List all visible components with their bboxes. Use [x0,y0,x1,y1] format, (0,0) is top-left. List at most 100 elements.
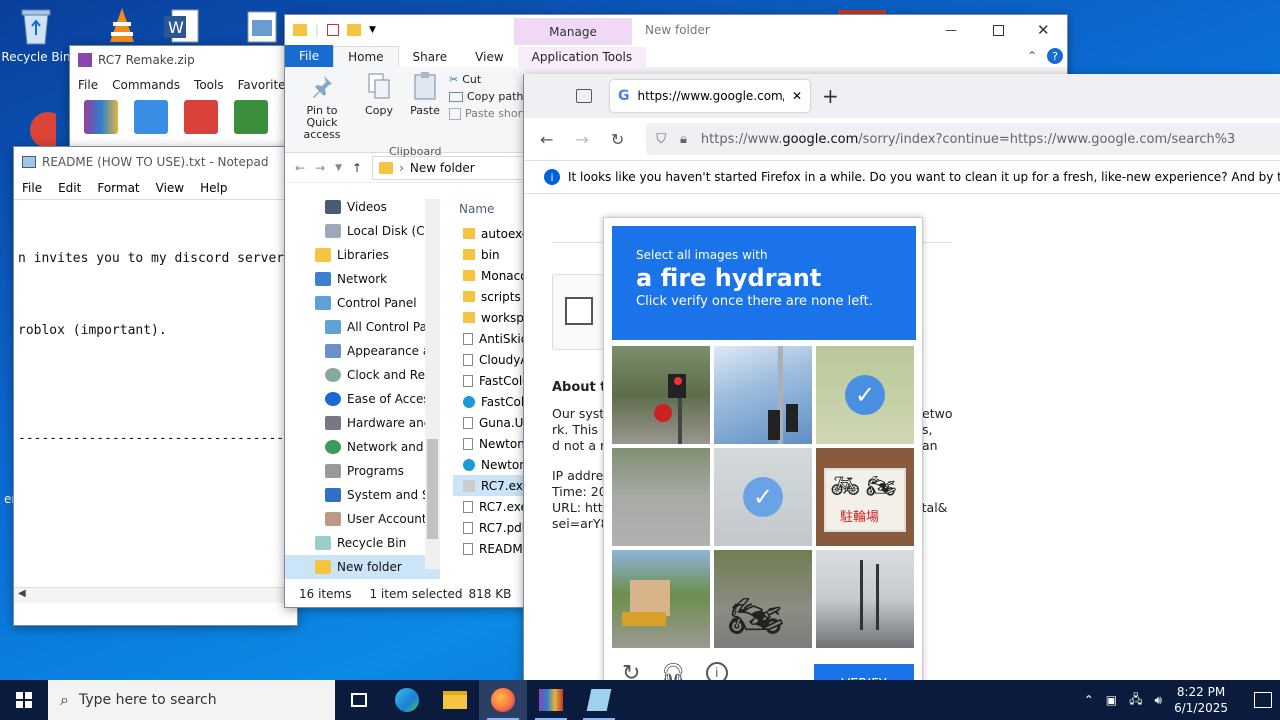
back-arrow-icon[interactable]: ← [295,161,305,175]
challenge-tile[interactable]: 🏍︎ [714,550,812,648]
forward-arrow-icon[interactable]: → [315,161,325,175]
challenge-tile[interactable]: 🚲︎ 🏍︎ 駐輪場 [816,448,914,546]
winrar-menu-tools[interactable]: Tools [194,78,224,92]
new-folder-quick-icon[interactable] [347,24,362,36]
winrar-menu-commands[interactable]: Commands [112,78,180,92]
test-archive-icon[interactable] [184,100,218,134]
challenge-tile[interactable] [714,346,812,444]
url-bar[interactable]: ⛉ 🔒︎ https://www.google.com/sorry/index?… [646,123,1280,155]
taskbar-search-box[interactable]: ⌕ Type here to search [48,680,335,720]
tab-application-tools[interactable]: Application Tools [517,47,647,67]
start-button[interactable] [0,680,48,720]
column-header-name[interactable]: Name [453,195,523,223]
notepad-horizontal-scrollbar[interactable]: ◀ [14,587,297,603]
nav-item-recycle-bin[interactable]: Recycle Bin [285,531,440,555]
new-tab-icon[interactable]: + [822,84,839,108]
nav-item-clock-region[interactable]: Clock and Region [285,363,440,387]
list-item[interactable]: Newtons [453,433,523,454]
nav-item-network-internet[interactable]: Network and Internet [285,435,440,459]
scroll-left-arrow-icon[interactable]: ◀ [18,588,26,599]
notepad-text-area[interactable]: n invites you to my discord server roblo… [14,200,300,492]
properties-quick-icon[interactable] [327,24,340,36]
nav-item-control-panel[interactable]: Control Panel [285,291,440,315]
close-tab-icon[interactable]: ✕ [792,89,802,103]
list-item[interactable]: FastColo [453,391,523,412]
nav-item-hardware-sound[interactable]: Hardware and Sound [285,411,440,435]
notepad-menu-edit[interactable]: Edit [58,181,81,195]
maximize-icon[interactable] [993,24,1004,36]
challenge-tile-selected[interactable]: ✓ [816,346,914,444]
challenge-tile[interactable] [612,550,710,648]
recaptcha-checkbox[interactable] [565,297,593,325]
taskbar-file-explorer[interactable] [431,680,479,720]
nav-item-ease-of-access[interactable]: Ease of Access [285,387,440,411]
tracking-shield-icon[interactable]: ⛉ [656,132,666,147]
taskbar-edge[interactable] [383,680,431,720]
list-item[interactable]: FastColo [453,370,523,391]
taskbar-winrar[interactable] [527,680,575,720]
nav-item-network[interactable]: Network [285,267,440,291]
list-item[interactable]: RC7.exe [453,496,523,517]
list-item[interactable]: CloudyA [453,349,523,370]
pin-to-quick-access-button[interactable]: Pin to Quick access [291,71,353,148]
paste-button[interactable]: Paste [405,71,445,148]
list-item[interactable]: RC7.pdb [453,517,523,538]
tab-file[interactable]: File [285,45,334,67]
copy-button[interactable]: Copy [357,71,401,148]
back-arrow-icon[interactable]: ← [540,130,553,149]
list-item[interactable]: bin [453,244,523,265]
notepad-menu-view[interactable]: View [156,181,184,195]
list-item-selected[interactable]: RC7.exe [453,475,523,496]
extract-to-icon[interactable] [134,100,168,134]
device-icon[interactable]: ▣ [1106,693,1117,707]
volume-icon[interactable]: 🔊︎ [1155,693,1163,708]
forward-arrow-icon[interactable]: → [575,130,588,149]
notifications-icon[interactable] [1254,692,1272,708]
challenge-tile[interactable] [612,448,710,546]
task-view-button[interactable] [335,680,383,720]
minimize-icon[interactable]: — [945,23,957,37]
recent-dropdown-icon[interactable]: ▼ [335,163,342,173]
tab-overview-icon[interactable] [576,89,592,103]
tab-share[interactable]: Share [399,47,462,67]
nav-item-appearance[interactable]: Appearance and Personalization [285,339,440,363]
nav-item-new-folder[interactable]: New folder [285,555,440,579]
challenge-tile-selected[interactable]: ✓ [714,448,812,546]
taskbar-firefox[interactable] [479,680,527,720]
tab-view[interactable]: View [461,47,517,67]
browser-tab[interactable]: G https://www.google.com/search ✕ [610,80,810,112]
quick-access-dropdown-icon[interactable]: ▼ [369,25,376,35]
close-icon[interactable]: ✕ [1037,21,1050,39]
list-item[interactable]: Newtons [453,454,523,475]
show-hidden-icons-icon[interactable]: ⌃ [1084,693,1094,707]
clock[interactable]: 8:22 PM 6/1/2025 [1174,684,1228,716]
notepad-menu-format[interactable]: Format [97,181,139,195]
collapse-ribbon-icon[interactable]: ⌃ [1017,49,1047,67]
nav-item-system-security[interactable]: System and Security [285,483,440,507]
view-file-icon[interactable] [234,100,268,134]
notepad-menu-help[interactable]: Help [200,181,227,195]
reload-icon[interactable]: ↻ [611,130,624,149]
list-item[interactable]: AntiSkid [453,328,523,349]
help-icon[interactable]: ? [1047,48,1063,64]
list-item[interactable]: Monaco [453,265,523,286]
list-item[interactable]: README [453,538,523,559]
network-icon[interactable]: 🖧︎ [1129,690,1142,711]
challenge-tile[interactable] [612,346,710,444]
winrar-menu-file[interactable]: File [78,78,98,92]
lock-icon[interactable]: 🔒︎ [680,132,687,147]
nav-item-all-control-panel[interactable]: All Control Panel Items [285,315,440,339]
nav-item-local-disk[interactable]: Local Disk (C:) [285,219,440,243]
nav-item-libraries[interactable]: Libraries [285,243,440,267]
list-item[interactable]: workspace [453,307,523,328]
nav-item-videos[interactable]: Videos [285,195,440,219]
nav-vertical-scrollbar[interactable] [425,199,440,569]
tab-home[interactable]: Home [333,46,399,67]
manage-context-tab[interactable]: Manage [514,18,632,45]
list-item[interactable]: scripts [453,286,523,307]
nav-item-programs[interactable]: Programs [285,459,440,483]
list-item[interactable]: Guna.UI [453,412,523,433]
nav-item-user-accounts[interactable]: User Accounts [285,507,440,531]
list-item[interactable]: autoexec [453,223,523,244]
word-desktop-icon[interactable]: W [146,6,218,50]
